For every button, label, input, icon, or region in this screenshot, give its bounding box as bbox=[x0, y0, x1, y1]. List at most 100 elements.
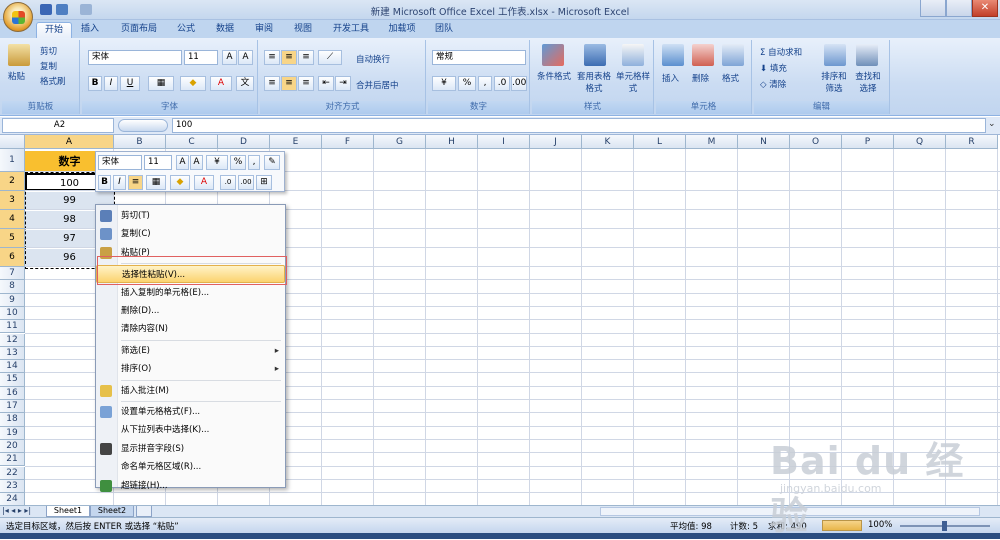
mini-border-button[interactable]: ▦ bbox=[146, 175, 166, 190]
decrease-indent-button[interactable]: ⇤ bbox=[318, 76, 334, 91]
font-size-select[interactable]: 11 bbox=[184, 50, 218, 65]
insert-button[interactable]: 插入 bbox=[662, 72, 679, 84]
fill-button[interactable]: ⬇ 填充 bbox=[760, 62, 787, 74]
tab-developer[interactable]: 开发工具 bbox=[328, 22, 374, 38]
row-header-24[interactable]: 24 bbox=[0, 493, 25, 505]
row-header-17[interactable]: 17 bbox=[0, 400, 25, 414]
menu-item-13[interactable]: 命名单元格区域(R)... bbox=[96, 458, 285, 476]
column-header-A[interactable]: A bbox=[25, 135, 114, 149]
undo-icon[interactable] bbox=[56, 4, 68, 15]
column-header-E[interactable]: E bbox=[270, 135, 322, 149]
cut-button[interactable]: 剪切 bbox=[40, 45, 57, 57]
redo-icon[interactable] bbox=[80, 4, 92, 15]
italic-button[interactable]: I bbox=[104, 76, 118, 91]
expand-formula-icon[interactable]: ⌄ bbox=[988, 119, 996, 129]
menu-item-1[interactable]: 复制(C) bbox=[96, 225, 285, 243]
tab-view[interactable]: 视图 bbox=[289, 22, 317, 38]
row-header-19[interactable]: 19 bbox=[0, 426, 25, 440]
table-format-button[interactable]: 套用表格格式 bbox=[574, 70, 614, 94]
save-icon[interactable] bbox=[40, 4, 52, 15]
column-header-O[interactable]: O bbox=[790, 135, 842, 149]
row-header-2[interactable]: 2 bbox=[0, 172, 25, 191]
column-header-H[interactable]: H bbox=[426, 135, 478, 149]
column-header-P[interactable]: P bbox=[842, 135, 894, 149]
menu-item-0[interactable]: 剪切(T) bbox=[96, 207, 285, 225]
delete-button[interactable]: 删除 bbox=[692, 72, 709, 84]
tab-addins[interactable]: 加载项 bbox=[384, 22, 420, 38]
mini-font-select[interactable]: 宋体 bbox=[98, 155, 142, 170]
menu-item-14[interactable]: 超链接(H)... bbox=[96, 477, 285, 495]
align-top-button[interactable]: ≡ bbox=[264, 50, 280, 65]
menu-item-5[interactable]: 删除(D)... bbox=[96, 302, 285, 320]
mini-grow-font-button[interactable]: A bbox=[176, 155, 189, 170]
row-header-20[interactable]: 20 bbox=[0, 439, 25, 454]
menu-item-11[interactable]: 从下拉列表中选择(K)... bbox=[96, 421, 285, 439]
row-header-11[interactable]: 11 bbox=[0, 320, 25, 334]
underline-button[interactable]: U bbox=[120, 76, 140, 91]
office-button[interactable] bbox=[3, 2, 33, 32]
menu-item-4[interactable]: 插入复制的单元格(E)... bbox=[96, 284, 285, 302]
column-header-Q[interactable]: Q bbox=[894, 135, 946, 149]
mini-comma-button[interactable]: , bbox=[248, 155, 260, 170]
column-header-M[interactable]: M bbox=[686, 135, 738, 149]
column-header-G[interactable]: G bbox=[374, 135, 426, 149]
row-header-4[interactable]: 4 bbox=[0, 210, 25, 229]
row-header-9[interactable]: 9 bbox=[0, 293, 25, 307]
comma-button[interactable]: , bbox=[478, 76, 492, 91]
align-middle-button[interactable]: ≡ bbox=[281, 50, 297, 65]
row-header-14[interactable]: 14 bbox=[0, 360, 25, 374]
paste-button[interactable]: 粘贴 bbox=[8, 70, 25, 82]
mini-center-button[interactable]: ≡ bbox=[128, 175, 143, 190]
mini-font-color-button[interactable]: A bbox=[194, 175, 214, 190]
sort-filter-button[interactable]: 排序和筛选 bbox=[818, 70, 850, 94]
find-select-button[interactable]: 查找和选择 bbox=[852, 70, 884, 94]
copy-button[interactable]: 复制 bbox=[40, 60, 57, 72]
row-header-21[interactable]: 21 bbox=[0, 453, 25, 467]
increase-indent-button[interactable]: ⇥ bbox=[335, 76, 351, 91]
menu-item-8[interactable]: 排序(O) ▸ bbox=[96, 360, 285, 378]
sheet-tab-2[interactable]: Sheet2 bbox=[90, 506, 134, 517]
increase-decimal-button[interactable]: .0 bbox=[494, 76, 510, 91]
accounting-button[interactable]: ¥ bbox=[432, 76, 456, 91]
menu-item-10[interactable]: 设置单元格格式(F)... bbox=[96, 403, 285, 421]
column-header-N[interactable]: N bbox=[738, 135, 790, 149]
row-header-18[interactable]: 18 bbox=[0, 413, 25, 427]
row-header-22[interactable]: 22 bbox=[0, 466, 25, 480]
column-header-R[interactable]: R bbox=[946, 135, 998, 149]
tab-formulas[interactable]: 公式 bbox=[172, 22, 200, 38]
format-button[interactable]: 格式 bbox=[722, 72, 739, 84]
sheet-nav-icons[interactable]: |◂ ◂ ▸ ▸| bbox=[2, 506, 31, 515]
phonetic-button[interactable]: 文 bbox=[236, 76, 254, 91]
mini-format-painter-icon[interactable]: ✎ bbox=[264, 155, 280, 170]
tab-insert[interactable]: 插入 bbox=[76, 22, 104, 38]
column-header-F[interactable]: F bbox=[322, 135, 374, 149]
mini-decrease-decimal-button[interactable]: .00 bbox=[238, 175, 254, 190]
orientation-button[interactable]: ⟋ bbox=[318, 50, 342, 65]
decrease-decimal-button[interactable]: .00 bbox=[511, 76, 527, 91]
align-center-button[interactable]: ≡ bbox=[281, 76, 297, 91]
mini-bold-button[interactable]: B bbox=[98, 175, 111, 190]
mini-shrink-font-button[interactable]: A bbox=[190, 155, 203, 170]
menu-item-7[interactable]: 筛选(E) ▸ bbox=[96, 342, 285, 360]
row-header-3[interactable]: 3 bbox=[0, 191, 25, 210]
mini-increase-decimal-button[interactable]: .0 bbox=[220, 175, 236, 190]
menu-item-12[interactable]: 显示拼音字段(S) bbox=[96, 440, 285, 458]
shrink-font-button[interactable]: A bbox=[238, 50, 253, 65]
column-header-B[interactable]: B bbox=[114, 135, 166, 149]
select-all-corner[interactable] bbox=[0, 135, 25, 149]
sheet-tab-1[interactable]: Sheet1 bbox=[46, 506, 90, 517]
tab-page-layout[interactable]: 页面布局 bbox=[116, 22, 162, 38]
row-header-15[interactable]: 15 bbox=[0, 373, 25, 387]
column-header-L[interactable]: L bbox=[634, 135, 686, 149]
row-header-12[interactable]: 12 bbox=[0, 333, 25, 347]
mini-percent-button[interactable]: % bbox=[230, 155, 246, 170]
column-header-I[interactable]: I bbox=[478, 135, 530, 149]
row-header-10[interactable]: 10 bbox=[0, 306, 25, 321]
row-header-6[interactable]: 6 bbox=[0, 248, 25, 267]
row-header-8[interactable]: 8 bbox=[0, 280, 25, 294]
column-header-D[interactable]: D bbox=[218, 135, 270, 149]
menu-item-9[interactable]: 插入批注(M) bbox=[96, 382, 285, 400]
fill-color-button[interactable]: ◆ bbox=[180, 76, 206, 91]
menu-item-6[interactable]: 清除内容(N) bbox=[96, 320, 285, 338]
merge-center-button[interactable]: 合并后居中 bbox=[356, 79, 399, 91]
